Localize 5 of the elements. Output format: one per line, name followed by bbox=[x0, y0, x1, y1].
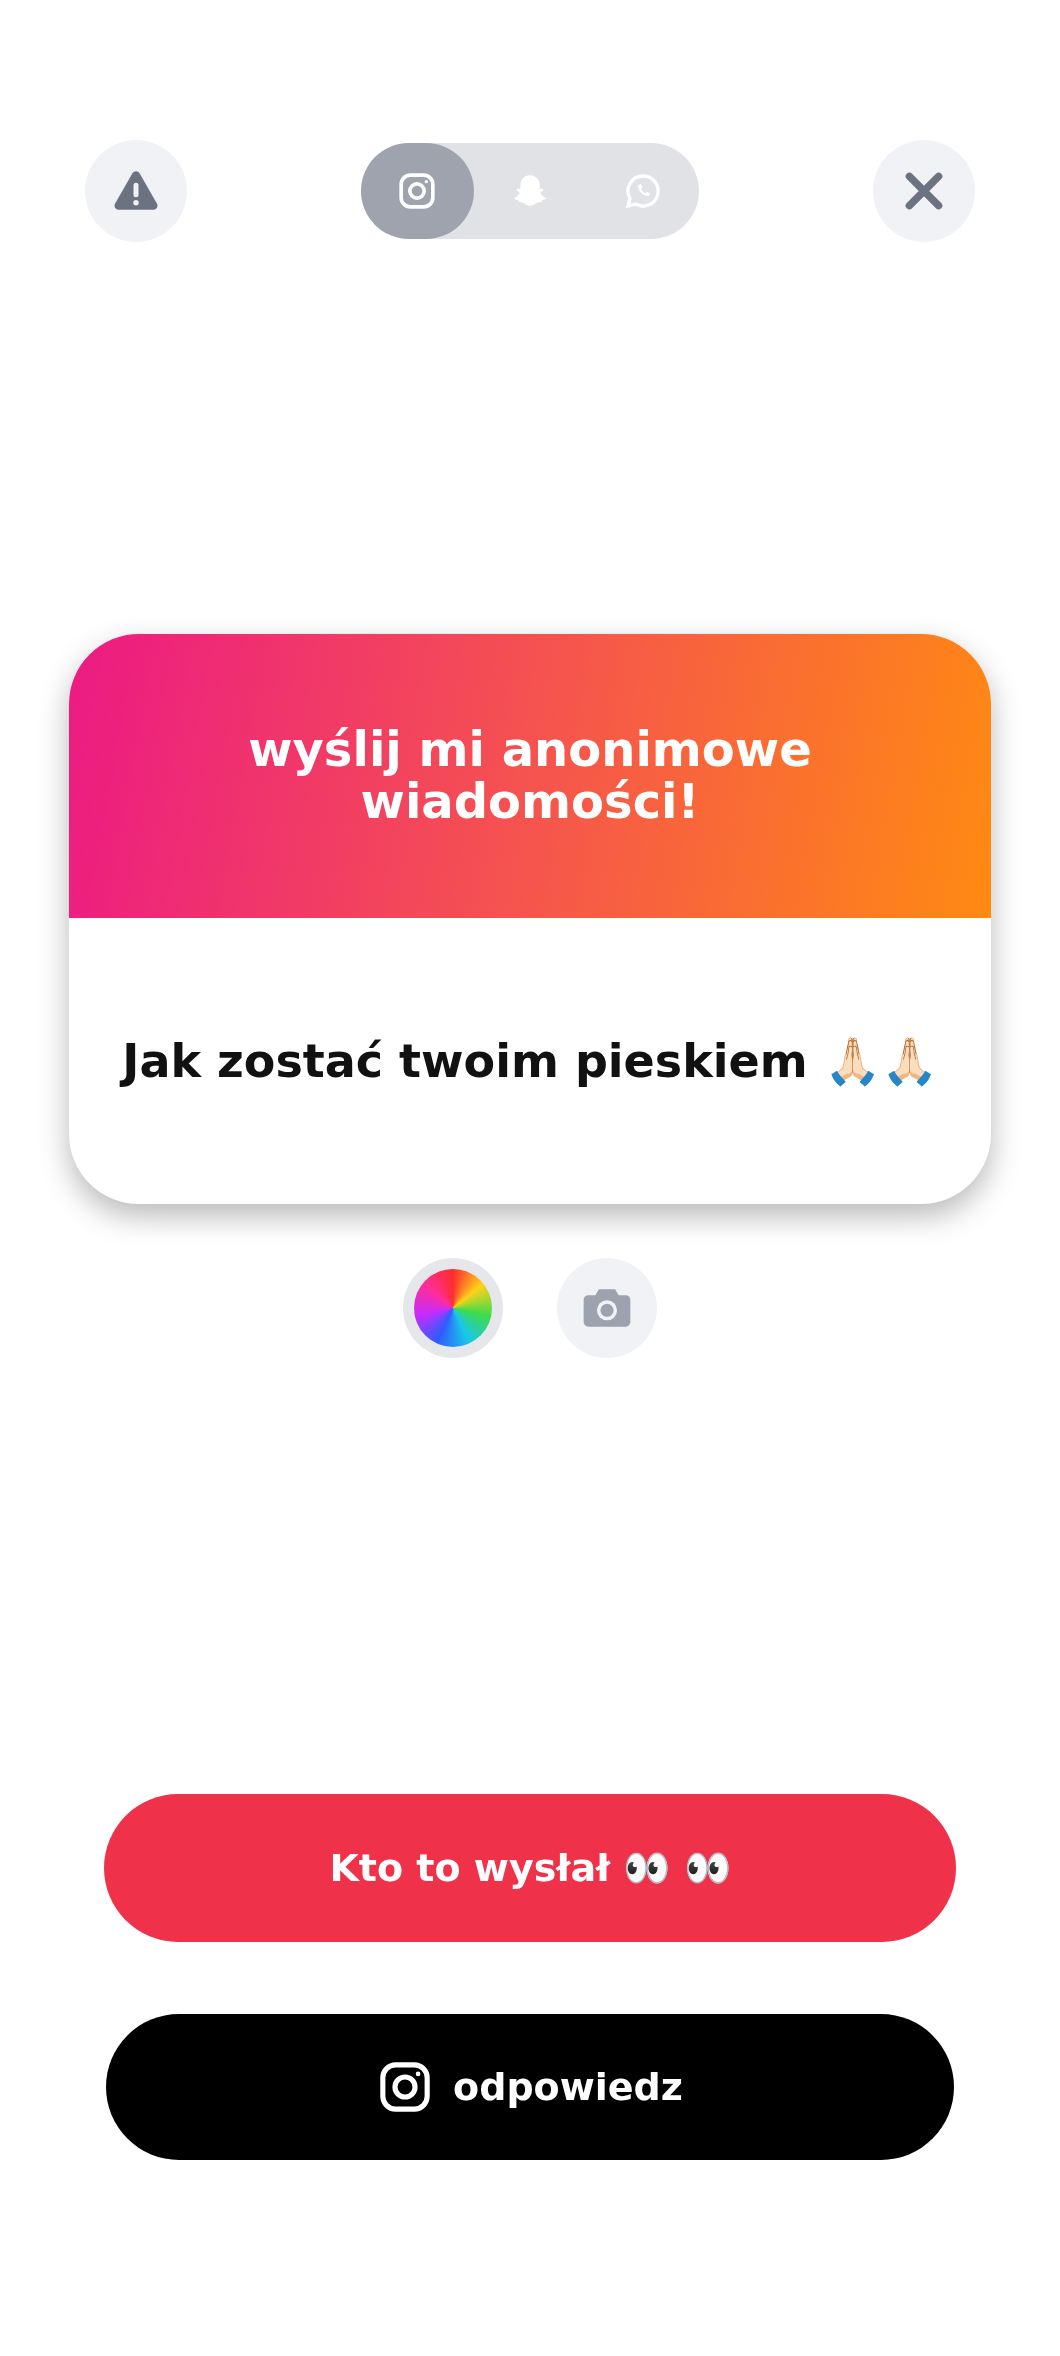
reveal-sender-button[interactable]: Kto to wysłał 👀 👀 bbox=[104, 1794, 956, 1942]
card-title: wyślij mi anonimowe wiadomości! bbox=[247, 724, 813, 828]
reply-button[interactable]: odpowiedz bbox=[106, 2014, 954, 2160]
instagram-icon bbox=[397, 171, 438, 211]
color-wheel-icon bbox=[414, 1269, 492, 1347]
